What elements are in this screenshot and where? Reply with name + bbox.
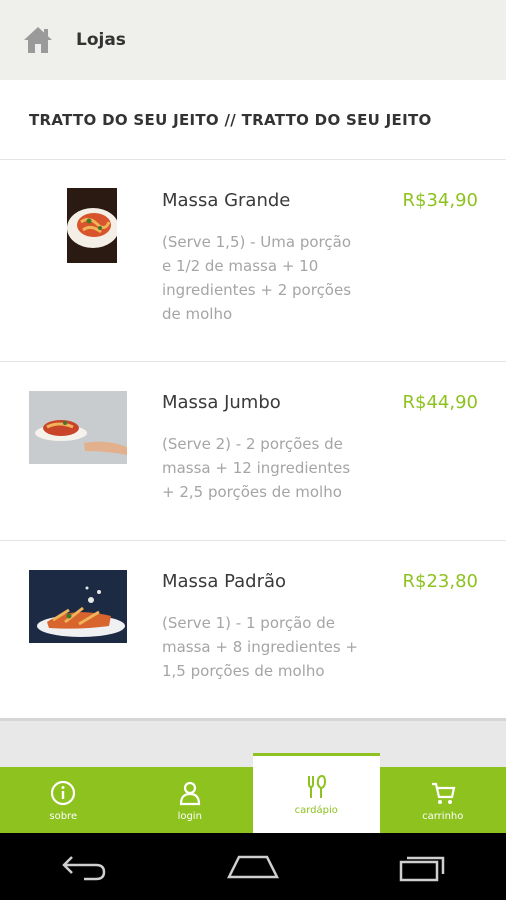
top-bar: Lojas	[0, 0, 506, 80]
tab-label: cardápio	[294, 805, 338, 816]
menu-item[interactable]: Massa Jumbo R$44,90 (Serve 2) - 2 porçõe…	[0, 362, 506, 541]
dish-image	[29, 570, 127, 643]
recents-icon	[399, 856, 444, 881]
info-icon	[49, 779, 77, 807]
recents-button[interactable]	[392, 847, 452, 887]
item-description: (Serve 1) - 1 porção de massa + 8 ingred…	[162, 614, 358, 680]
item-name: Massa Jumbo	[162, 392, 281, 413]
item-name: Massa Padrão	[162, 571, 287, 592]
user-icon	[176, 779, 204, 807]
menu-item[interactable]: Massa Padrão R$23,80 (Serve 1) - 1 porçã…	[0, 541, 506, 720]
home-icon	[24, 27, 52, 53]
back-icon	[62, 855, 106, 880]
cutlery-icon	[302, 773, 330, 801]
item-description: (Serve 2) - 2 porções de massa + 12 ingr…	[162, 435, 351, 501]
dish-image	[29, 391, 127, 464]
section-title: TRATTO DO SEU JEITO // TRATTO DO SEU JEI…	[0, 80, 506, 160]
tab-label: carrinho	[422, 810, 464, 822]
back-button[interactable]	[54, 847, 114, 887]
item-description: (Serve 1,5) - Uma porção e 1/2 de massa …	[162, 233, 352, 323]
tab-carrinho[interactable]: carrinho	[380, 767, 506, 833]
tab-sobre[interactable]: sobre	[0, 767, 127, 833]
item-price: R$44,90	[402, 392, 479, 413]
page-title: Lojas	[76, 30, 126, 50]
bottom-tab-bar: sobre login cardápio carrinho	[0, 753, 506, 833]
item-price: R$34,90	[402, 190, 479, 211]
home-button[interactable]	[18, 20, 58, 60]
menu-item[interactable]: Massa Grande R$34,90 (Serve 1,5) - Uma p…	[0, 160, 506, 362]
item-price: R$23,80	[402, 571, 479, 592]
item-name: Massa Grande	[162, 190, 291, 211]
system-nav-bar	[0, 833, 506, 900]
menu-list: Massa Grande R$34,90 (Serve 1,5) - Uma p…	[0, 160, 506, 720]
cart-icon	[429, 779, 457, 807]
tab-login[interactable]: login	[127, 767, 254, 833]
dish-image	[67, 188, 117, 263]
tab-cardapio[interactable]: cardápio	[253, 753, 380, 833]
tab-label: sobre	[49, 810, 78, 822]
home-nav-icon	[226, 855, 280, 878]
home-nav-button[interactable]	[223, 847, 283, 887]
tab-label: login	[177, 810, 202, 822]
